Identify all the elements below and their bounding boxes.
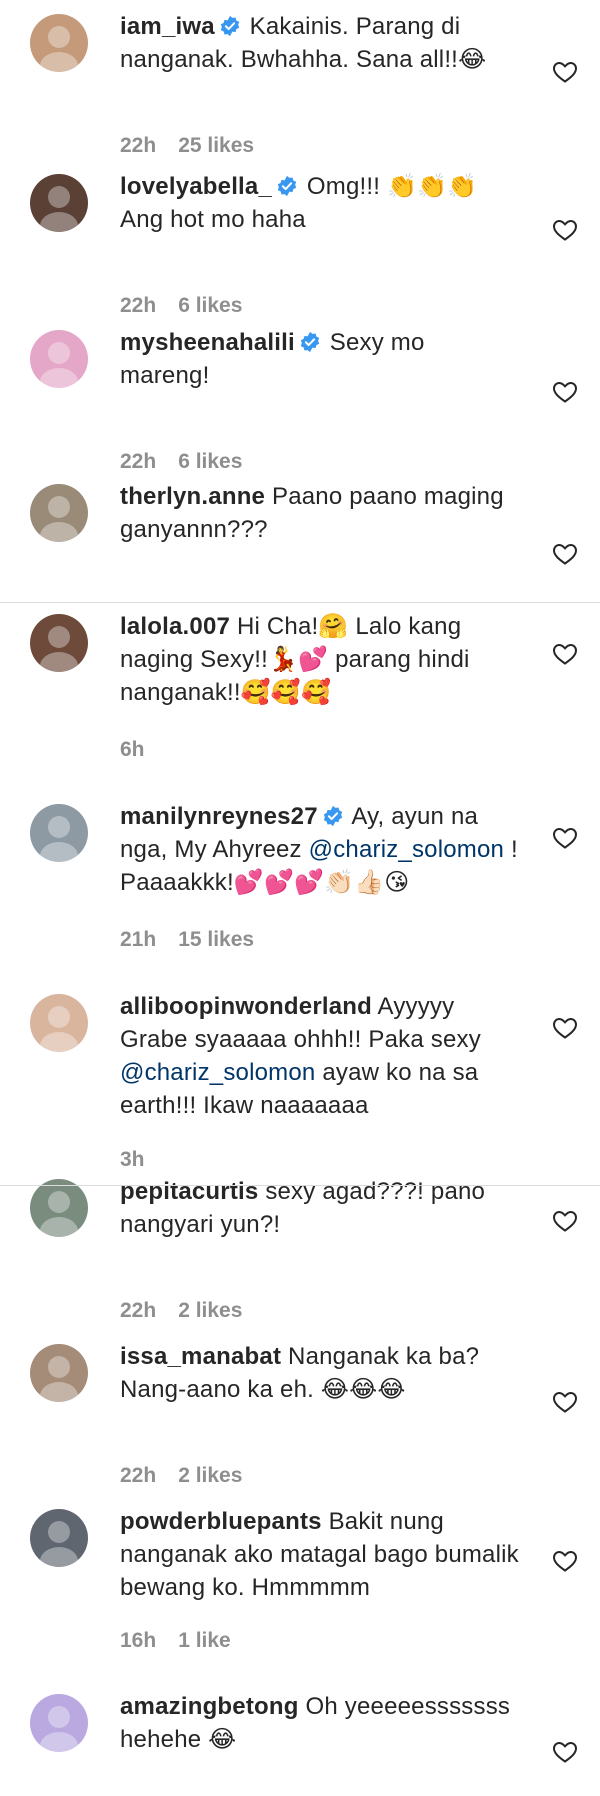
comment-body: alliboopinwonderland Ayyyyy Grabe syaaaa… <box>120 990 520 1122</box>
comment-time: 21h <box>120 928 157 951</box>
avatar[interactable] <box>30 1694 88 1752</box>
comment-time: 16h <box>120 1629 157 1652</box>
comment-body: manilynreynes27 Ay, ayun na nga, My Ahyr… <box>120 800 520 899</box>
comment-username[interactable]: mysheenahalili <box>120 329 295 356</box>
comment-likes[interactable]: 15 likes <box>178 928 254 951</box>
comments-feed: iam_iwa Kakainis. Parang di nanganak. Bw… <box>0 0 600 1796</box>
comment-body: powderbluepants Bakit nung nanganak ako … <box>120 1505 520 1604</box>
comment-username[interactable]: lalola.007 <box>120 613 230 640</box>
section-divider <box>0 1185 600 1186</box>
comment-body: lalola.007 Hi Cha!🤗 Lalo kang naging Sex… <box>120 610 520 709</box>
comment-meta: 22h 2 likes <box>120 1464 264 1488</box>
avatar[interactable] <box>30 614 88 672</box>
avatar[interactable] <box>30 174 88 232</box>
comment-item: issa_manabat Nanganak ka ba? Nang-aano k… <box>0 1330 600 1487</box>
comment-time: 6h <box>120 738 145 761</box>
emoji: 😂😂😂 <box>320 1375 406 1403</box>
avatar[interactable] <box>30 804 88 862</box>
heart-outline-icon[interactable] <box>552 1740 578 1764</box>
comment-item: therlyn.anne Paano paano maging ganyannn… <box>0 470 600 610</box>
comment-text: Omg!!! <box>306 173 387 200</box>
emoji: 😂 <box>458 45 487 73</box>
comment-meta: 16h 1 like <box>120 1629 253 1653</box>
avatar[interactable] <box>30 1179 88 1237</box>
avatar[interactable] <box>30 994 88 1052</box>
avatar[interactable] <box>30 1509 88 1567</box>
verified-badge-icon <box>276 175 298 197</box>
comment-meta: 6h <box>120 738 167 762</box>
emoji: 😂 <box>208 1725 237 1753</box>
heart-outline-icon[interactable] <box>552 1209 578 1233</box>
heart-outline-icon[interactable] <box>552 542 578 566</box>
comment-username[interactable]: lovelyabella_ <box>120 173 272 200</box>
comment-username[interactable]: pepitacurtis <box>120 1178 258 1205</box>
heart-outline-icon[interactable] <box>552 218 578 242</box>
comment-body: iam_iwa Kakainis. Parang di nanganak. Bw… <box>120 10 520 76</box>
emoji: 🤗 <box>318 612 349 640</box>
emoji: 💃💕 <box>268 645 329 673</box>
avatar[interactable] <box>30 1344 88 1402</box>
verified-badge-icon <box>322 805 344 827</box>
comment-body: amazingbetong Oh yeeeeesssssss hehehe 😂 <box>120 1690 520 1756</box>
heart-outline-icon[interactable] <box>552 826 578 850</box>
heart-outline-icon[interactable] <box>552 1390 578 1414</box>
heart-outline-icon[interactable] <box>552 380 578 404</box>
section-divider <box>0 602 600 603</box>
comment-username[interactable]: manilynreynes27 <box>120 803 318 830</box>
heart-outline-icon[interactable] <box>552 1549 578 1573</box>
comment-likes[interactable]: 2 likes <box>178 1299 242 1322</box>
comment-meta: 22h 2 likes <box>120 1299 264 1323</box>
mention-link[interactable]: @chariz_solomon <box>309 836 504 863</box>
verified-badge-icon <box>219 15 241 37</box>
heart-outline-icon[interactable] <box>552 1016 578 1040</box>
comment-username[interactable]: amazingbetong <box>120 1693 299 1720</box>
heart-outline-icon[interactable] <box>552 642 578 666</box>
comment-item: pepitacurtis sexy agad???! pano nangyari… <box>0 1165 600 1322</box>
comment-username[interactable]: powderbluepants <box>120 1508 322 1535</box>
comment-time: 22h <box>120 1299 157 1322</box>
comment-body: mysheenahalili Sexy mo mareng! <box>120 326 520 392</box>
comment-body: issa_manabat Nanganak ka ba? Nang-aano k… <box>120 1340 520 1406</box>
comment-item: iam_iwa Kakainis. Parang di nanganak. Bw… <box>0 0 600 157</box>
avatar[interactable] <box>30 330 88 388</box>
emoji: 👏👏👏 <box>387 172 478 200</box>
comment-username[interactable]: iam_iwa <box>120 13 215 40</box>
mention-link[interactable]: @chariz_solomon <box>120 1059 315 1086</box>
comment-item: alliboopinwonderland Ayyyyy Grabe syaaaa… <box>0 980 600 1171</box>
comment-likes[interactable]: 6 likes <box>178 294 242 317</box>
comment-text: Ang hot mo haha <box>120 206 306 233</box>
comment-likes[interactable]: 1 like <box>178 1629 231 1652</box>
comment-likes[interactable]: 2 likes <box>178 1464 242 1487</box>
comment-text: Hi Cha! <box>236 613 319 640</box>
heart-outline-icon[interactable] <box>552 60 578 84</box>
comment-time: 22h <box>120 1464 157 1487</box>
emoji: 🥰🥰🥰 <box>240 678 332 706</box>
comment-username[interactable]: therlyn.anne <box>120 483 265 510</box>
comment-body: therlyn.anne Paano paano maging ganyannn… <box>120 480 520 546</box>
verified-badge-icon <box>299 331 321 353</box>
comment-item: powderbluepants Bakit nung nanganak ako … <box>0 1495 600 1652</box>
comment-item: lalola.007 Hi Cha!🤗 Lalo kang naging Sex… <box>0 600 600 761</box>
avatar[interactable] <box>30 14 88 72</box>
comment-time: 22h <box>120 134 157 157</box>
emoji: 💕💕💕👏🏻👍🏻😘 <box>233 868 410 896</box>
comment-item: amazingbetong Oh yeeeeesssssss hehehe 😂 <box>0 1680 600 1796</box>
comment-item: manilynreynes27 Ay, ayun na nga, My Ahyr… <box>0 790 600 951</box>
comment-time: 22h <box>120 294 157 317</box>
comment-meta: 22h 25 likes <box>120 134 276 158</box>
comment-likes[interactable]: 25 likes <box>178 134 254 157</box>
comment-body: lovelyabella_ Omg!!! 👏👏👏 Ang hot mo haha <box>120 170 520 236</box>
comment-username[interactable]: alliboopinwonderland <box>120 993 372 1020</box>
comment-item: mysheenahalili Sexy mo mareng! 22h 6 likes <box>0 316 600 473</box>
avatar[interactable] <box>30 484 88 542</box>
comment-username[interactable]: issa_manabat <box>120 1343 281 1370</box>
comment-item: lovelyabella_ Omg!!! 👏👏👏 Ang hot mo haha… <box>0 160 600 317</box>
comment-meta: 21h 15 likes <box>120 928 276 952</box>
comment-meta: 22h 6 likes <box>120 294 264 318</box>
